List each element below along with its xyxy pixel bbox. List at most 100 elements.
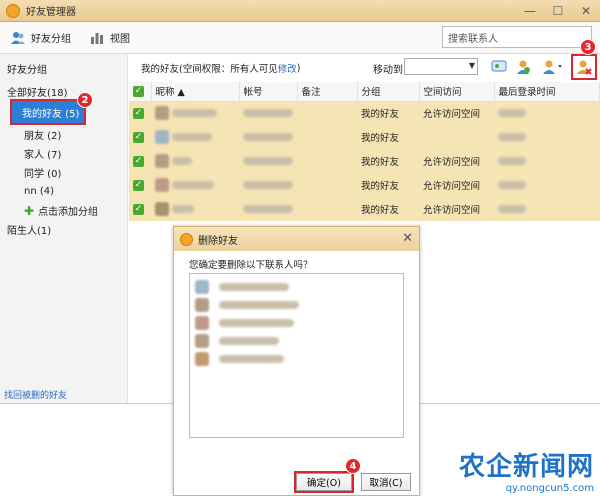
delete-friend-dialog: 删除好友 ✕ 您确定要删除以下联系人吗？ 确定(O) 取消(C) (173, 226, 420, 496)
col-last-login[interactable]: 最后登录时间 (494, 82, 600, 102)
row-checkbox[interactable]: ✓ (133, 156, 144, 167)
view-button[interactable]: 视图 (89, 30, 130, 45)
row-checkbox[interactable]: ✓ (133, 180, 144, 191)
plus-icon: ✚ (24, 203, 35, 218)
row-group: 我的好友 (361, 205, 400, 216)
confirm-button[interactable]: 确定(O) (294, 471, 354, 493)
select-all-cell[interactable]: ✓ (129, 82, 152, 102)
col-space-access[interactable]: 空间访问 (419, 82, 495, 102)
dialog-close-icon[interactable]: ✕ (402, 231, 413, 246)
avatar (195, 298, 209, 312)
add-friend-icon[interactable] (513, 58, 533, 76)
col-account[interactable]: 帐号 (239, 82, 298, 102)
maximize-button[interactable]: ☐ (544, 0, 572, 22)
account-blurred (243, 181, 293, 189)
avatar (155, 202, 169, 216)
sidebar-item-friends[interactable]: 朋友 (2) (0, 125, 127, 144)
close-button[interactable]: ✕ (572, 0, 600, 22)
list-item (190, 350, 403, 368)
contact-name-blurred (219, 301, 299, 309)
row-access: 允许访问空间 (423, 205, 481, 216)
row-access: 允许访问空间 (423, 109, 481, 121)
bar-chart-icon (89, 31, 105, 45)
minimize-button[interactable]: — (516, 0, 544, 22)
last-login-blurred (498, 157, 526, 165)
table-row[interactable]: ✓ 我的好友 允许访问空间 (129, 173, 600, 197)
recover-deleted-friends-link[interactable]: 找回被删的好友 (4, 388, 67, 401)
sidebar-item-family[interactable]: 家人 (7) (0, 144, 127, 163)
last-login-blurred (498, 205, 526, 213)
nickname-blurred (172, 133, 213, 141)
avatar (195, 316, 209, 330)
nickname-blurred (172, 181, 215, 189)
step-badge-4: 4 (345, 458, 361, 474)
step-badge-2: 2 (77, 92, 93, 108)
col-nickname[interactable]: 昵称 ▲ (151, 82, 240, 102)
col-group[interactable]: 分组 (357, 82, 420, 102)
group-info-text: 我的好友(空间权限：所有人可见 (141, 64, 278, 75)
window-controls: — ☐ ✕ (516, 0, 600, 22)
dialog-title-bar: 删除好友 ✕ (174, 227, 419, 251)
dialog-title: 删除好友 (198, 235, 238, 247)
cancel-button[interactable]: 取消(C) (361, 473, 411, 491)
account-blurred (243, 205, 293, 213)
account-blurred (243, 157, 293, 165)
move-to-select[interactable] (404, 58, 478, 75)
col-remark[interactable]: 备注 (297, 82, 358, 102)
avatar (195, 352, 209, 366)
contact-name-blurred (219, 355, 284, 363)
table-row[interactable]: ✓ 我的好友 允许访问空间 (129, 149, 600, 173)
sidebar-item-nn[interactable]: nn (4) (0, 182, 127, 201)
last-login-blurred (498, 133, 526, 141)
avatar (155, 130, 169, 144)
account-blurred (243, 109, 293, 118)
sidebar-item-my-friends[interactable]: 我的好友 (5) (10, 99, 86, 125)
delete-friend-icon[interactable] (571, 54, 597, 80)
select-all-checkbox[interactable]: ✓ (133, 86, 144, 98)
view-label: 视图 (110, 34, 130, 45)
nickname-blurred (172, 205, 195, 213)
toolbar: 好友分组 视图 (0, 22, 600, 54)
message-icon[interactable] (489, 58, 509, 76)
watermark-logo: 农企新闻网 (458, 452, 594, 482)
window-title: 好友管理器 (26, 7, 76, 18)
row-access (419, 125, 494, 149)
users-icon (10, 31, 26, 45)
table-row[interactable]: ✓ 我的好友 允许访问空间 (129, 101, 600, 125)
modify-permission-link[interactable]: 修改 (278, 61, 297, 75)
step-badge-3: 3 (580, 39, 596, 55)
row-checkbox[interactable]: ✓ (133, 204, 144, 215)
row-access: 允许访问空间 (423, 157, 481, 168)
list-item (190, 278, 403, 296)
move-to-label: 移动到 (373, 65, 403, 76)
contact-name-blurred (219, 337, 279, 345)
row-group: 我的好友 (361, 133, 400, 144)
user-settings-icon[interactable] (541, 58, 565, 76)
contact-name-blurred (219, 283, 289, 291)
friend-group-button[interactable]: 好友分组 (10, 30, 71, 45)
account-blurred (243, 133, 293, 141)
add-group-button[interactable]: ✚ 点击添加分组 (0, 201, 127, 220)
friend-table: ✓ 昵称 ▲ 帐号 备注 分组 空间访问 最后登录时间 ✓ 我的好友 允许访问空… (129, 82, 600, 221)
row-checkbox[interactable]: ✓ (133, 108, 144, 120)
sidebar-item-all-friends[interactable]: 全部好友(18) (0, 82, 127, 101)
list-item (190, 314, 403, 332)
last-login-blurred (498, 181, 526, 189)
table-header: ✓ 昵称 ▲ 帐号 备注 分组 空间访问 最后登录时间 (129, 82, 600, 102)
qq-app-icon (6, 3, 20, 18)
table-row[interactable]: ✓ 我的好友 允许访问空间 (129, 197, 600, 221)
row-group: 我的好友 (361, 109, 400, 121)
avatar (155, 154, 169, 168)
sidebar-item-strangers[interactable]: 陌生人(1) (0, 220, 127, 239)
sidebar-item-classmates[interactable]: 同学 (0) (0, 163, 127, 182)
qq-dialog-icon (180, 232, 193, 246)
row-access: 允许访问空间 (423, 181, 481, 192)
add-group-label: 点击添加分组 (38, 207, 99, 218)
table-row[interactable]: ✓ 我的好友 (129, 125, 600, 149)
friend-group-label: 好友分组 (31, 34, 71, 45)
avatar (155, 178, 169, 192)
search-input[interactable] (442, 26, 592, 48)
list-item (190, 296, 403, 314)
row-checkbox[interactable]: ✓ (133, 132, 144, 143)
sidebar: 好友分组 全部好友(18) 我的好友 (5) 朋友 (2) 家人 (7) 同学 … (0, 54, 128, 403)
